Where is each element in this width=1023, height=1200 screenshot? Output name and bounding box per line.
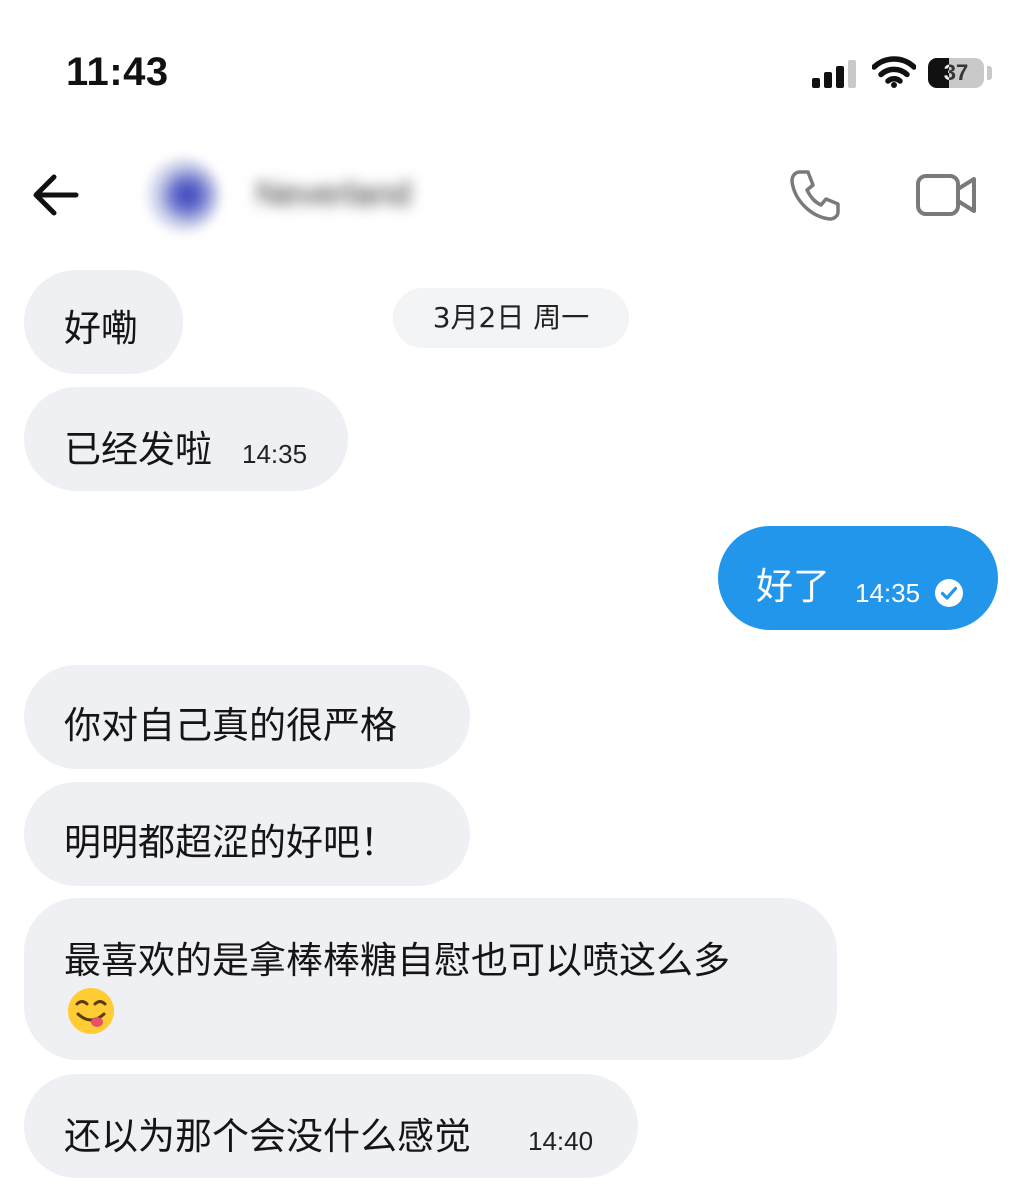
message-timestamp: 14:35: [242, 439, 308, 469]
message-bubble-incoming[interactable]: 你对自己真的很严格: [24, 665, 470, 769]
message-text: 好嘞: [64, 307, 138, 350]
battery-indicator: 37: [928, 58, 984, 88]
phone-icon[interactable]: [786, 166, 844, 224]
message-text: 已经发啦: [64, 428, 212, 471]
battery-cap: [987, 66, 992, 80]
date-separator: 3月2日 周一: [393, 288, 629, 348]
message-text: 最喜欢的是拿棒棒糖自慰也可以喷这么多: [64, 939, 730, 982]
message-bubble-incoming[interactable]: 明明都超涩的好吧！: [24, 782, 470, 886]
message-timestamp: 14:40: [528, 1126, 594, 1156]
chat-screen: 11:43 37 Neverland 3月2日 周一 好嘞 已经发啦 14:35: [0, 0, 1023, 1200]
message-text: 好了: [756, 565, 830, 608]
status-time: 11:43: [66, 50, 169, 94]
message-timestamp: 14:35: [855, 578, 921, 608]
cellular-signal-icon: [812, 60, 856, 88]
message-text: 还以为那个会没什么感觉: [64, 1115, 471, 1158]
message-bubble-incoming[interactable]: 还以为那个会没什么感觉 14:40: [24, 1074, 638, 1178]
contact-avatar[interactable]: [146, 158, 220, 232]
video-camera-icon[interactable]: [914, 170, 980, 220]
message-text: 你对自己真的很严格: [64, 704, 397, 747]
message-bubble-incoming[interactable]: 已经发啦 14:35: [24, 387, 348, 491]
savoring-food-emoji-icon: [68, 988, 114, 1034]
message-bubble-incoming[interactable]: 好嘞: [24, 270, 183, 374]
read-check-icon: [935, 579, 963, 607]
wifi-icon: [872, 56, 916, 88]
contact-name[interactable]: Neverland: [256, 172, 456, 216]
back-arrow-icon[interactable]: [28, 170, 82, 220]
message-text: 明明都超涩的好吧！: [64, 821, 397, 864]
battery-percent: 37: [943, 60, 969, 85]
message-bubble-incoming[interactable]: 最喜欢的是拿棒棒糖自慰也可以喷这么多: [24, 898, 837, 1060]
message-bubble-outgoing[interactable]: 好了 14:35: [718, 526, 998, 630]
